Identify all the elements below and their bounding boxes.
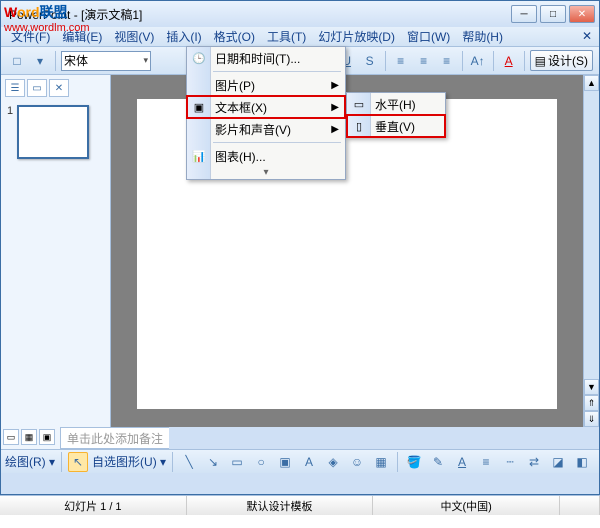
menu-format[interactable]: 格式(O) bbox=[208, 26, 261, 47]
shadow-style-icon[interactable]: ◪ bbox=[548, 452, 568, 472]
font-combo[interactable]: 宋体 ▾ bbox=[61, 51, 151, 71]
3d-style-icon[interactable]: ◧ bbox=[572, 452, 592, 472]
font-value: 宋体 bbox=[64, 52, 88, 69]
font-color-icon[interactable]: A bbox=[499, 51, 519, 71]
textbox-vertical-icon: ▯ bbox=[351, 118, 367, 134]
chart-icon: 📊 bbox=[191, 148, 207, 164]
menu-insert[interactable]: 插入(I) bbox=[160, 26, 207, 47]
font-color2-icon[interactable]: A bbox=[452, 452, 472, 472]
rectangle-icon[interactable]: ▭ bbox=[227, 452, 247, 472]
align-right-icon[interactable]: ≡ bbox=[437, 51, 457, 71]
scroll-track[interactable] bbox=[584, 91, 599, 379]
slides-tab[interactable]: ▭ bbox=[27, 79, 47, 97]
dash-style-icon[interactable]: ┄ bbox=[500, 452, 520, 472]
datetime-icon: 🕒 bbox=[191, 50, 207, 66]
status-template: 默认设计模板 bbox=[187, 496, 374, 515]
menu-help[interactable]: 帮助(H) bbox=[456, 26, 509, 47]
pane-close-icon[interactable]: ✕ bbox=[49, 79, 69, 97]
textbox-icon: ▣ bbox=[191, 99, 207, 115]
scroll-down-icon[interactable]: ▼ bbox=[584, 379, 599, 395]
app-title: PowerPoint - [演示文稿1] bbox=[5, 6, 511, 23]
menu-file[interactable]: 文件(F) bbox=[5, 26, 56, 47]
textbox-icon[interactable]: ▣ bbox=[275, 452, 295, 472]
slideshow-view-icon[interactable]: ▣ bbox=[39, 429, 55, 445]
diagram-icon[interactable]: ◈ bbox=[323, 452, 343, 472]
submenu-arrow-icon: ▶ bbox=[331, 124, 339, 135]
autoshapes-menu[interactable]: 自选图形(U) ▾ bbox=[92, 453, 166, 470]
textbox-horizontal-icon: ▭ bbox=[351, 96, 367, 112]
submenu-arrow-icon: ▶ bbox=[331, 102, 339, 113]
outline-tab[interactable]: ☰ bbox=[5, 79, 25, 97]
next-slide-icon[interactable]: ⇓ bbox=[584, 411, 599, 427]
menu-item-picture[interactable]: 图片(P) ▶ bbox=[187, 74, 345, 96]
design-button[interactable]: ▤ 设计(S) bbox=[530, 50, 593, 71]
notes-row: ▭ ▦ ▣ 单击此处添加备注 bbox=[1, 427, 599, 449]
sorter-view-icon[interactable]: ▦ bbox=[21, 429, 37, 445]
status-language: 中文(中国) bbox=[373, 496, 560, 515]
draw-menu[interactable]: 绘图(R) ▾ bbox=[5, 453, 55, 470]
menu-item-datetime[interactable]: 🕒 日期和时间(T)... bbox=[187, 47, 345, 69]
fill-color-icon[interactable]: 🪣 bbox=[404, 452, 424, 472]
line-icon[interactable]: ╲ bbox=[179, 452, 199, 472]
align-left-icon[interactable]: ≡ bbox=[391, 51, 411, 71]
menu-item-textbox[interactable]: ▣ 文本框(X) ▶ bbox=[187, 96, 345, 118]
statusbar: 幻灯片 1 / 1 默认设计模板 中文(中国) bbox=[0, 495, 600, 515]
arrow-icon[interactable]: ↘ bbox=[203, 452, 223, 472]
submenu-item-vertical[interactable]: ▯ 垂直(V) bbox=[347, 115, 445, 137]
normal-view-icon[interactable]: ▭ bbox=[3, 429, 19, 445]
clipart-icon[interactable]: ☺ bbox=[347, 452, 367, 472]
textbox-submenu: ▭ 水平(H) ▯ 垂直(V) bbox=[346, 92, 446, 138]
scroll-up-icon[interactable]: ▲ bbox=[584, 75, 599, 91]
line-style-icon[interactable]: ≡ bbox=[476, 452, 496, 472]
increase-font-icon[interactable]: A↑ bbox=[468, 51, 488, 71]
slide-number: 1 bbox=[7, 105, 13, 159]
minimize-button[interactable]: ─ bbox=[511, 5, 537, 23]
design-icon: ▤ bbox=[535, 54, 546, 68]
prev-slide-icon[interactable]: ⇑ bbox=[584, 395, 599, 411]
oval-icon[interactable]: ○ bbox=[251, 452, 271, 472]
slide-thumb-row: 1 bbox=[5, 101, 106, 163]
close-button[interactable]: ✕ bbox=[569, 5, 595, 23]
menu-window[interactable]: 窗口(W) bbox=[401, 26, 456, 47]
titlebar: PowerPoint - [演示文稿1] ─ □ ✕ bbox=[1, 1, 599, 27]
new-icon[interactable]: □ bbox=[7, 51, 27, 71]
doc-close-button[interactable]: ✕ bbox=[579, 29, 595, 45]
shadow-icon[interactable]: S bbox=[360, 51, 380, 71]
menu-item-movie-sound[interactable]: 影片和声音(V) ▶ bbox=[187, 118, 345, 140]
menu-item-chart[interactable]: 📊 图表(H)... bbox=[187, 145, 345, 167]
status-spell bbox=[560, 496, 600, 515]
menu-edit[interactable]: 编辑(E) bbox=[56, 26, 108, 47]
status-slide: 幻灯片 1 / 1 bbox=[0, 496, 187, 515]
align-center-icon[interactable]: ≡ bbox=[414, 51, 434, 71]
wordart-icon[interactable]: A bbox=[299, 452, 319, 472]
arrow-style-icon[interactable]: ⇄ bbox=[524, 452, 544, 472]
outline-pane: ☰ ▭ ✕ 1 bbox=[1, 75, 111, 427]
insert-dropdown: 🕒 日期和时间(T)... 图片(P) ▶ ▣ 文本框(X) ▶ 影片和声音(V… bbox=[186, 46, 346, 180]
menubar: 文件(F) 编辑(E) 视图(V) 插入(I) 格式(O) 工具(T) 幻灯片放… bbox=[1, 27, 599, 47]
menu-tools[interactable]: 工具(T) bbox=[261, 26, 312, 47]
line-color-icon[interactable]: ✎ bbox=[428, 452, 448, 472]
menu-slideshow[interactable]: 幻灯片放映(D) bbox=[312, 26, 401, 47]
chevron-down-icon: ▾ bbox=[143, 55, 148, 66]
drawing-toolbar: 绘图(R) ▾ ↖ 自选图形(U) ▾ ╲ ↘ ▭ ○ ▣ A ◈ ☺ ▦ 🪣 … bbox=[1, 449, 599, 473]
vertical-scrollbar[interactable]: ▲ ▼ ⇑ ⇓ bbox=[583, 75, 599, 427]
submenu-arrow-icon: ▶ bbox=[331, 80, 339, 91]
maximize-button[interactable]: □ bbox=[540, 5, 566, 23]
notes-pane[interactable]: 单击此处添加备注 bbox=[61, 427, 169, 449]
slide-thumbnail-1[interactable] bbox=[17, 105, 89, 159]
menu-view[interactable]: 视图(V) bbox=[108, 26, 160, 47]
notes-placeholder: 单击此处添加备注 bbox=[67, 430, 163, 447]
picture-icon[interactable]: ▦ bbox=[371, 452, 391, 472]
submenu-item-horizontal[interactable]: ▭ 水平(H) bbox=[347, 93, 445, 115]
open-icon[interactable]: ▾ bbox=[30, 51, 50, 71]
pointer-icon[interactable]: ↖ bbox=[68, 452, 88, 472]
